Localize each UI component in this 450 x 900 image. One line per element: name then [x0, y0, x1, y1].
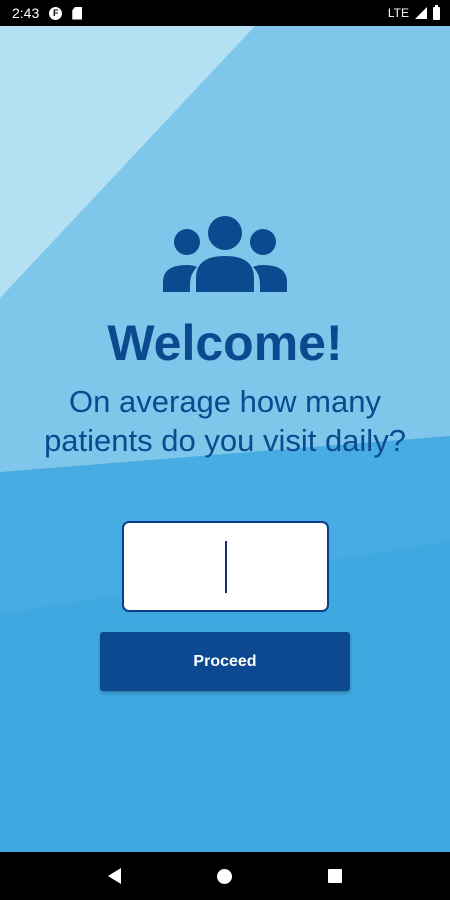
status-left: 2:43 F: [12, 5, 83, 21]
sd-card-icon: [72, 6, 83, 20]
welcome-title: Welcome!: [107, 315, 343, 371]
network-type: LTE: [387, 6, 409, 20]
text-cursor: [224, 540, 227, 593]
proceed-button[interactable]: Proceed: [100, 632, 350, 691]
notification-app-icon: F: [49, 6, 63, 20]
back-icon[interactable]: [108, 868, 121, 884]
navigation-bar: [0, 852, 450, 900]
welcome-screen: Welcome! On average how many patients do…: [0, 26, 450, 852]
battery-icon: [433, 4, 440, 20]
status-bar: 2:43 F LTE: [0, 0, 450, 26]
recents-icon[interactable]: [328, 869, 342, 883]
people-group-icon: [163, 216, 287, 292]
question-text: On average how many patients do you visi…: [44, 384, 406, 458]
patients-count-input[interactable]: [122, 521, 329, 612]
home-icon[interactable]: [217, 868, 232, 884]
proceed-label: Proceed: [193, 652, 257, 670]
status-right: LTE: [387, 4, 440, 20]
signal-icon: [415, 7, 427, 19]
status-time: 2:43: [12, 5, 40, 21]
